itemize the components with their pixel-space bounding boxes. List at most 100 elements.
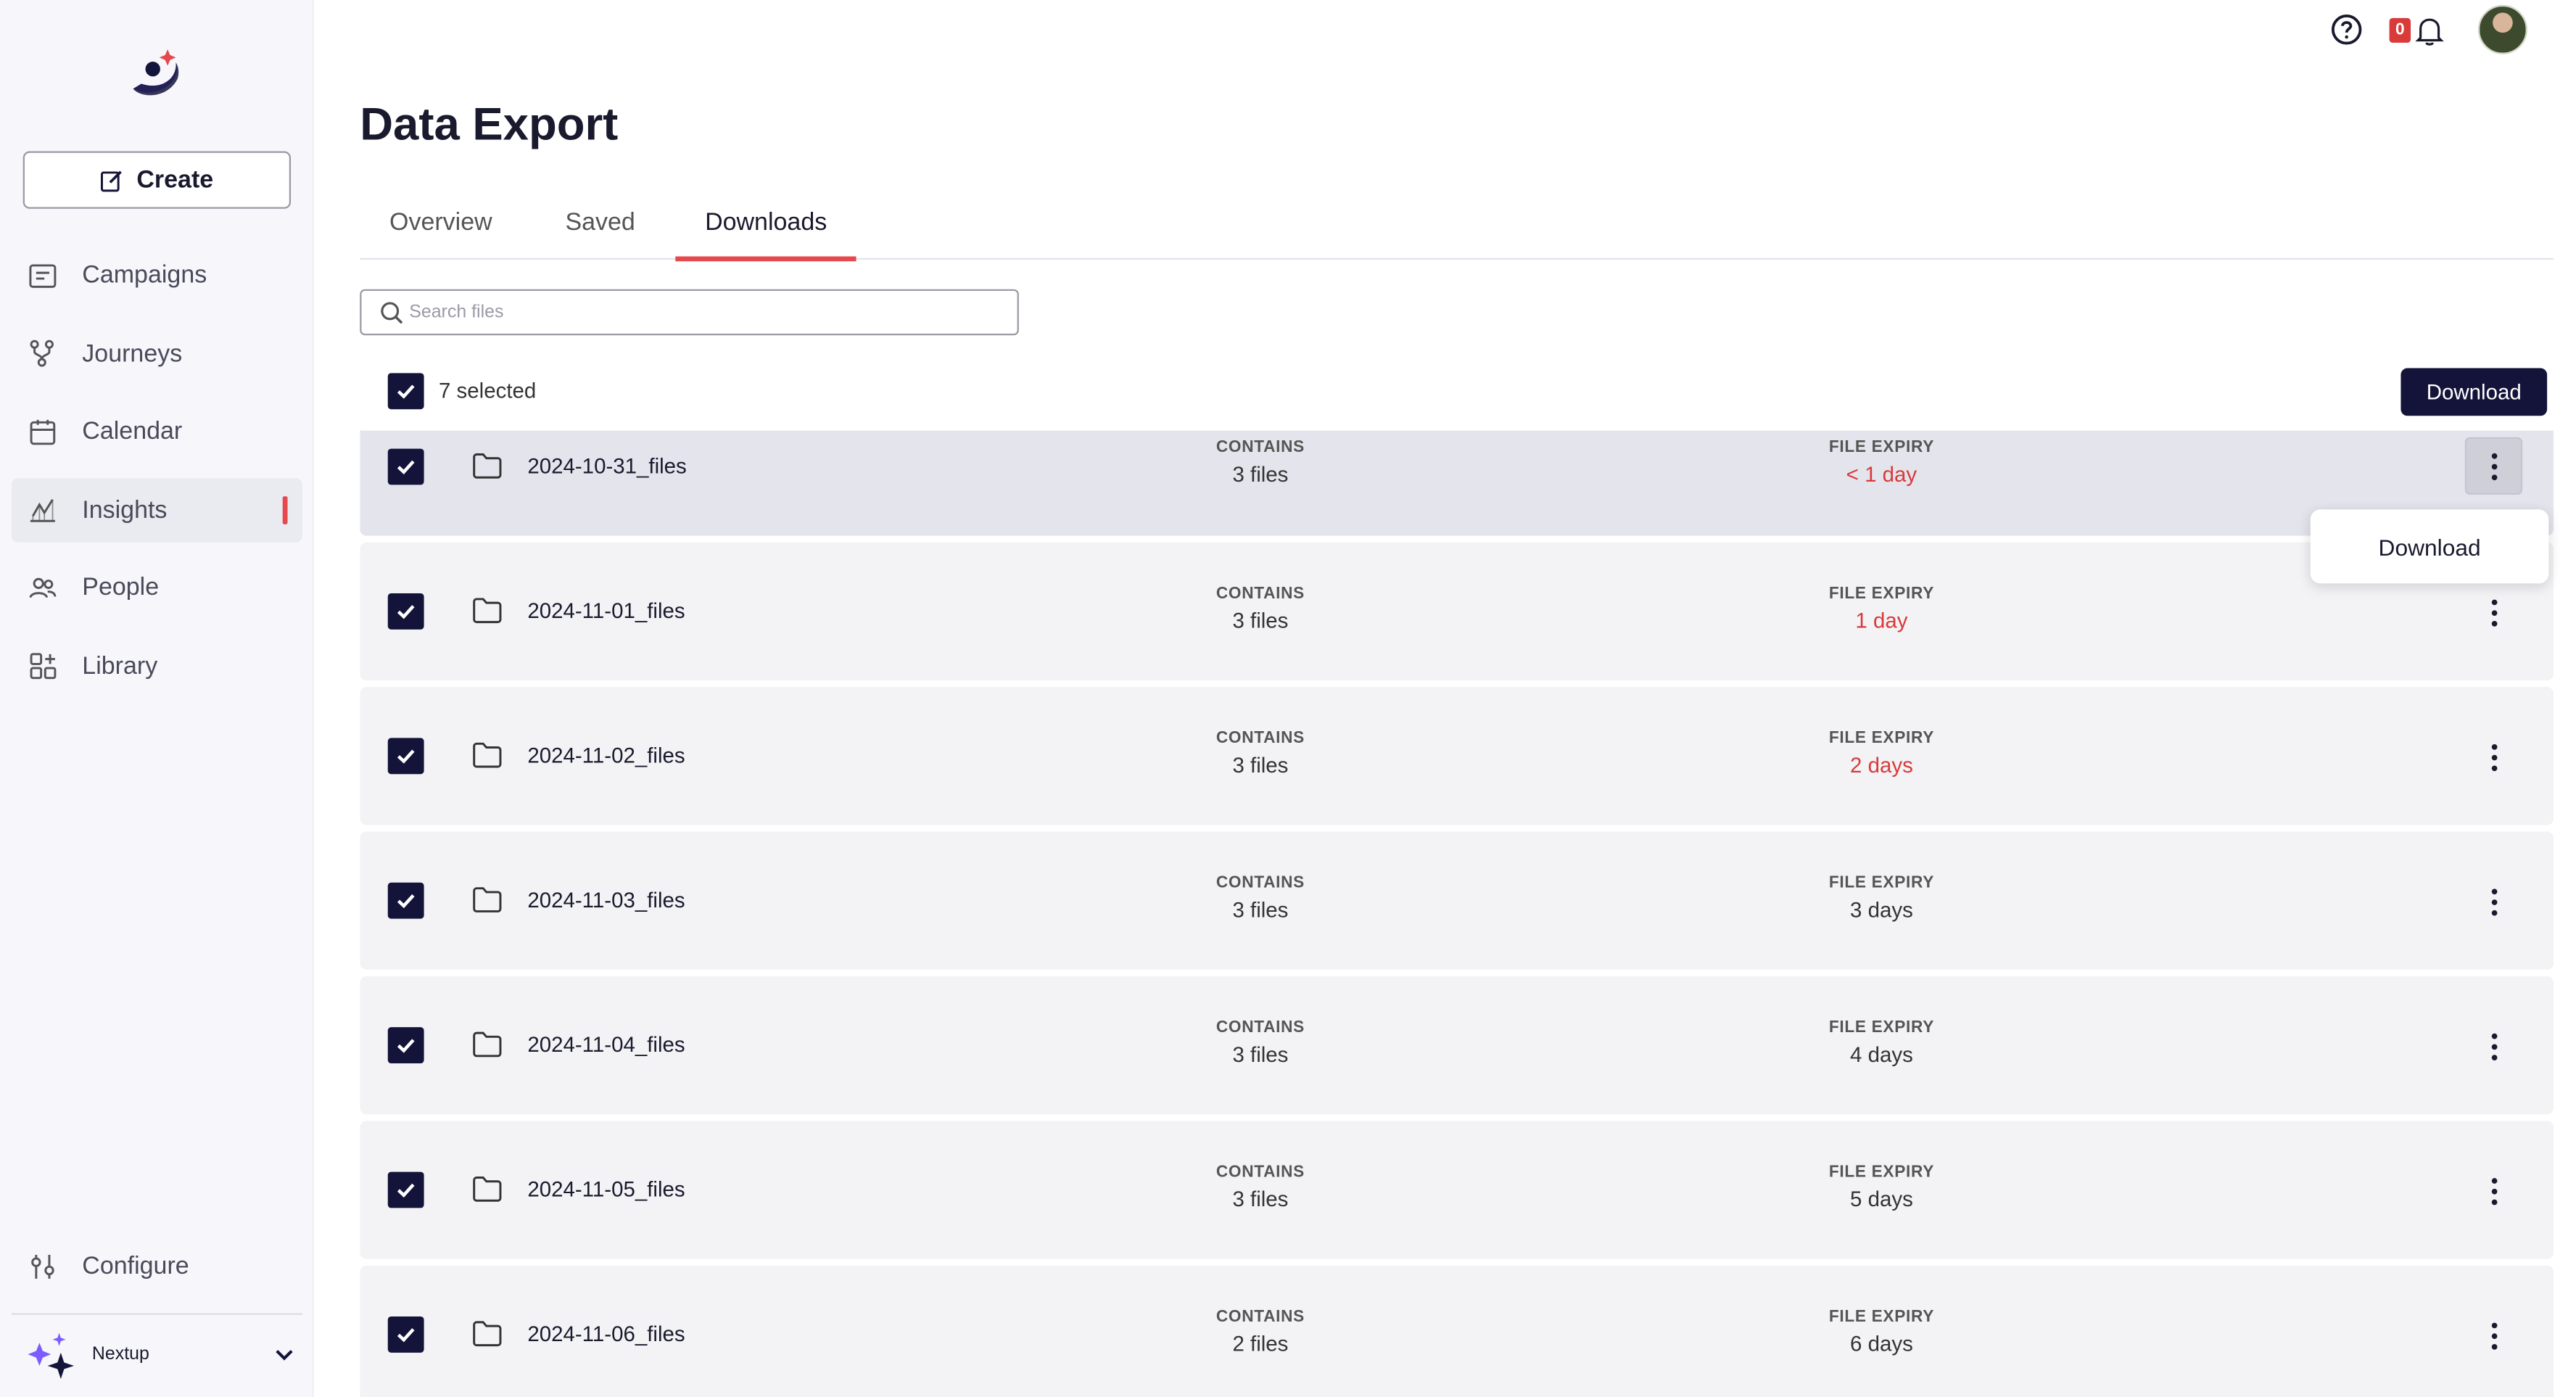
contains-label: CONTAINS [1215,1163,1305,1182]
people-icon [29,577,57,598]
expiry-value: 5 days [1850,1186,1913,1211]
contains-value: 3 files [1232,752,1289,778]
search-box[interactable] [360,289,1019,336]
app-logo-icon[interactable] [128,39,188,102]
file-row: 2024-10-31_files CONTAINS 3 files FILE E… [360,430,2554,536]
contains-value: 3 files [1232,897,1289,923]
expiry-label: FILE EXPIRY [1828,1018,1935,1037]
contains-value: 3 files [1232,1042,1289,1067]
download-button[interactable]: Download [2400,368,2548,416]
row-checkbox[interactable] [387,1027,424,1064]
configure-label: Configure [82,1252,189,1281]
contains-column: CONTAINS 3 files [1145,1163,1375,1211]
chevron-down-icon [276,1350,293,1361]
checkmark-icon [397,749,415,764]
sidebar-item-label: Library [82,652,158,681]
expiry-column: FILE EXPIRY 6 days [1767,1309,1997,1356]
expiry-label: FILE EXPIRY [1828,730,1935,748]
sidebar-item-library[interactable]: Library [12,635,302,698]
help-icon[interactable] [2330,13,2363,46]
expiry-column: FILE EXPIRY 2 days [1767,730,1997,778]
row-menu-button[interactable] [2465,873,2522,930]
contains-column: CONTAINS 3 files [1145,730,1375,778]
tab-downloads[interactable]: Downloads [675,194,857,262]
tab-overview[interactable]: Overview [360,194,521,260]
contains-value: 3 files [1232,461,1289,487]
folder-icon [473,742,502,768]
sidebar-nav: Campaigns Journeys Calendar Insights Peo… [11,243,302,712]
tab-saved[interactable]: Saved [536,194,665,260]
file-row: 2024-11-04_files CONTAINS 3 files FILE E… [360,976,2554,1115]
selected-count: 7 selected [438,378,537,403]
contains-label: CONTAINS [1215,438,1305,457]
contains-label: CONTAINS [1215,1018,1305,1037]
file-name[interactable]: 2024-10-31_files [527,453,686,478]
checkmark-icon [397,1183,415,1198]
file-name[interactable]: 2024-11-06_files [527,1322,685,1346]
contains-column: CONTAINS 3 files [1145,585,1375,633]
search-icon [381,301,403,324]
row-menu-button[interactable] [2465,1162,2522,1219]
expiry-value: 2 days [1850,752,1913,778]
expiry-column: FILE EXPIRY 5 days [1767,1163,1997,1211]
row-checkbox[interactable] [387,882,424,919]
expiry-value: 4 days [1850,1042,1913,1067]
edit-icon [101,170,123,191]
org-name: Nextup [91,1344,149,1364]
checkmark-icon [397,605,415,619]
sidebar-item-configure[interactable]: Configure [12,1235,302,1298]
row-checkbox[interactable] [387,1316,424,1353]
user-avatar[interactable] [2477,4,2527,54]
contains-label: CONTAINS [1215,1308,1305,1327]
sidebar-item-insights[interactable]: Insights [11,477,302,543]
select-all-checkbox[interactable] [387,373,424,410]
row-menu-download-item[interactable]: Download [2310,509,2549,584]
search-input[interactable] [409,302,1001,323]
journeys-icon [30,339,54,367]
expiry-column: FILE EXPIRY 1 day [1767,585,1997,633]
row-checkbox[interactable] [387,448,424,485]
app-root: Create Campaigns Journeys Calendar Insig… [0,0,2554,1397]
bell-icon [2415,17,2444,45]
row-checkbox[interactable] [387,738,424,775]
org-switcher[interactable]: Nextup [23,1328,296,1381]
expiry-value: < 1 day [1846,461,1917,487]
row-menu-button[interactable] [2465,1018,2522,1075]
notifications-button[interactable]: 0 [2389,14,2445,45]
expiry-label: FILE EXPIRY [1828,874,1935,893]
kebab-menu-icon [2490,1177,2497,1205]
create-button[interactable]: Create [22,151,292,209]
folder-icon [473,453,502,479]
checkmark-icon [397,460,415,474]
file-name[interactable]: 2024-11-03_files [527,888,685,912]
folder-icon [473,598,502,624]
kebab-menu-icon [2490,888,2497,915]
sidebar-item-people[interactable]: People [12,556,302,620]
library-icon [30,654,57,680]
sidebar-item-campaigns[interactable]: Campaigns [12,243,302,307]
row-menu-button[interactable] [2465,1306,2522,1364]
file-name[interactable]: 2024-11-04_files [527,1032,685,1057]
folder-icon [473,1031,502,1058]
expiry-column: FILE EXPIRY < 1 day [1767,439,1997,487]
row-checkbox[interactable] [387,593,424,630]
sidebar-item-calendar[interactable]: Calendar [12,400,302,463]
calendar-icon [30,419,56,445]
row-menu-button[interactable] [2464,437,2523,495]
expiry-label: FILE EXPIRY [1828,585,1935,603]
file-name[interactable]: 2024-11-01_files [527,598,685,623]
tab-bar: Overview Saved Downloads [360,194,2554,262]
checkmark-icon [397,1328,415,1343]
sidebar: Create Campaigns Journeys Calendar Insig… [0,0,314,1397]
row-menu-button[interactable] [2465,728,2522,786]
contains-column: CONTAINS 3 files [1145,439,1375,487]
sidebar-item-journeys[interactable]: Journeys [12,321,302,385]
expiry-column: FILE EXPIRY 3 days [1767,874,1997,922]
file-name[interactable]: 2024-11-02_files [527,743,685,767]
file-list: 2024-10-31_files CONTAINS 3 files FILE E… [360,430,2554,1397]
file-name[interactable]: 2024-11-05_files [527,1176,685,1201]
row-checkbox[interactable] [387,1171,424,1208]
contains-value: 3 files [1232,1186,1289,1211]
file-row: 2024-11-03_files CONTAINS 3 files FILE E… [360,831,2554,970]
row-menu-button[interactable] [2465,583,2522,640]
